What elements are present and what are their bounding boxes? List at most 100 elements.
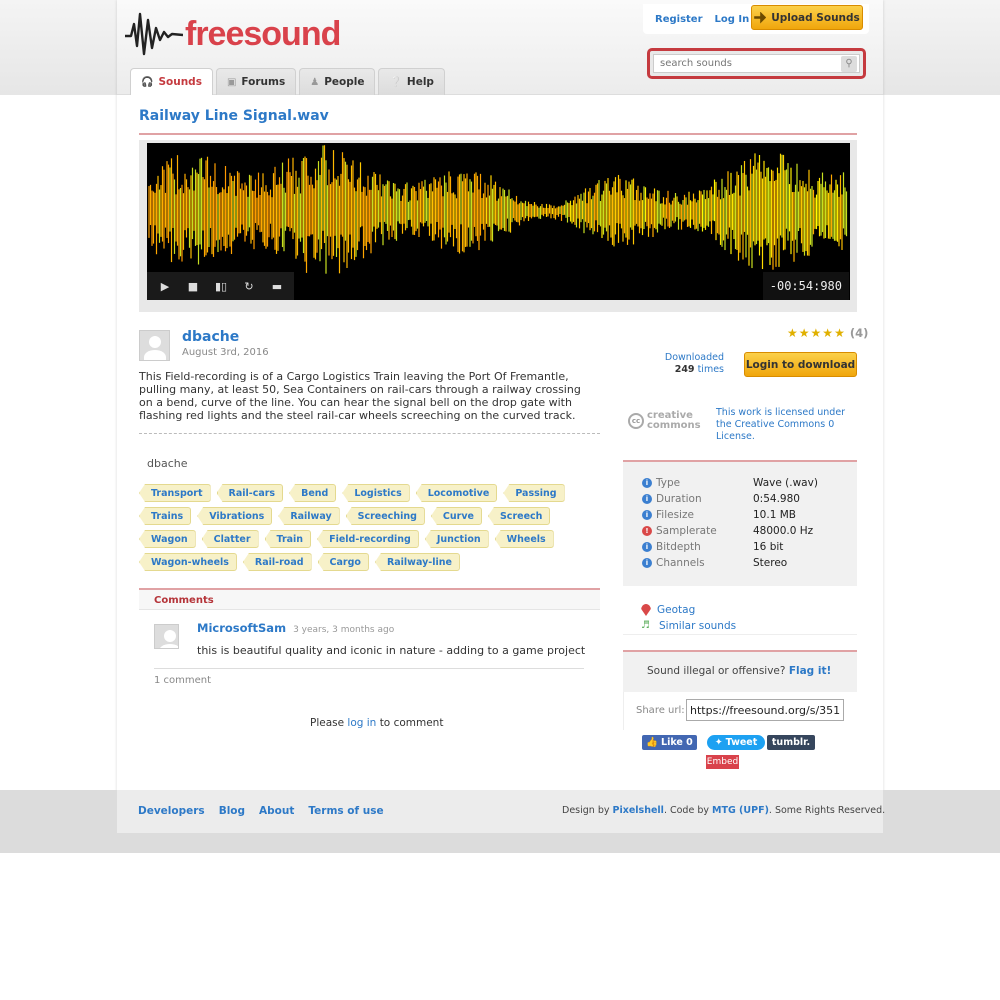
creative-commons-logo[interactable]: cc creative commons bbox=[628, 411, 701, 431]
downloaded-suffix: times bbox=[697, 364, 724, 375]
upload-sounds-label: Upload Sounds bbox=[771, 11, 860, 24]
rights-label: . Some Rights Reserved. bbox=[768, 805, 886, 816]
comment-author: MicrosoftSam 3 years, 3 months ago bbox=[197, 621, 394, 635]
author-avatar[interactable] bbox=[139, 330, 170, 361]
upload-date: August 3rd, 2016 bbox=[182, 347, 269, 358]
tag-item[interactable]: Train bbox=[264, 530, 312, 548]
tumblr-button[interactable]: tumblr. bbox=[767, 735, 815, 750]
info-icon[interactable]: i bbox=[642, 510, 652, 520]
tag-item[interactable]: Clatter bbox=[201, 530, 259, 548]
design-by-label: Design by bbox=[562, 805, 610, 816]
info-icon[interactable]: i bbox=[642, 478, 652, 488]
tag-item[interactable]: Screech bbox=[487, 507, 551, 525]
upload-sounds-button[interactable]: Upload Sounds bbox=[751, 5, 863, 30]
login-comment-link[interactable]: log in bbox=[347, 717, 376, 729]
rating: ★ ★ ★ ★ ★ (4) bbox=[787, 326, 868, 340]
tag-item[interactable]: Wheels bbox=[494, 530, 554, 548]
share-url-label: Share url: bbox=[636, 705, 685, 716]
sound-description: This Field-recording is of a Cargo Logis… bbox=[139, 370, 581, 422]
meta-value: Stereo bbox=[753, 557, 788, 569]
comment-author-link[interactable]: MicrosoftSam bbox=[197, 621, 286, 635]
meta-key: Filesize bbox=[656, 509, 694, 521]
stop-icon[interactable]: ■ bbox=[181, 274, 205, 298]
tag-item[interactable]: Rail-cars bbox=[216, 484, 284, 502]
tag-item[interactable]: Junction bbox=[424, 530, 489, 548]
meta-row-duration: i Duration 0:54.980 bbox=[642, 493, 800, 505]
logo-text: freesound bbox=[185, 14, 341, 53]
designer-link[interactable]: Pixelshell bbox=[613, 805, 664, 816]
sound-title[interactable]: Railway Line Signal.wav bbox=[139, 108, 329, 124]
footer-link-about[interactable]: About bbox=[259, 805, 294, 817]
time-remaining: -00:54:980 bbox=[762, 272, 849, 300]
star-icon[interactable]: ★ bbox=[787, 326, 798, 340]
tab-sounds[interactable]: 🎧 Sounds bbox=[130, 68, 213, 95]
loop-icon[interactable]: ↻ bbox=[237, 274, 261, 298]
search-input[interactable] bbox=[660, 58, 830, 69]
tag-item[interactable]: Transport bbox=[139, 484, 211, 502]
tag-item[interactable]: Cargo bbox=[317, 553, 369, 571]
tag-item[interactable]: Field-recording bbox=[317, 530, 419, 548]
similar-sounds-icon: ♬ bbox=[641, 620, 650, 631]
commenter-avatar[interactable] bbox=[154, 624, 179, 649]
tag-item[interactable]: Vibrations bbox=[197, 507, 273, 525]
meta-row-samplerate: ! Samplerate 48000.0 Hz bbox=[642, 525, 813, 537]
tab-forums[interactable]: ▣ Forums bbox=[215, 68, 297, 95]
license-text[interactable]: This work is licensed under the Creative… bbox=[716, 407, 846, 443]
ruler-icon[interactable]: ▬ bbox=[265, 274, 289, 298]
tag-item[interactable]: Railway-line bbox=[374, 553, 460, 571]
meta-key: Bitdepth bbox=[656, 541, 701, 553]
tweet-button[interactable]: ✦ Tweet bbox=[707, 735, 765, 750]
facebook-like-button[interactable]: 👍 Like 0 bbox=[642, 735, 697, 750]
login-link[interactable]: Log In bbox=[715, 14, 750, 25]
footer-link-blog[interactable]: Blog bbox=[219, 805, 245, 817]
info-icon[interactable]: i bbox=[642, 494, 652, 504]
tag-item[interactable]: Wagon bbox=[139, 530, 196, 548]
coder-link[interactable]: MTG (UPF) bbox=[712, 805, 769, 816]
player-controls: ▶ ■ ▮▯ ↻ ▬ bbox=[147, 272, 294, 300]
tag-item[interactable]: Passing bbox=[503, 484, 565, 502]
footer-link-developers[interactable]: Developers bbox=[138, 805, 205, 817]
geotag-link[interactable]: Geotag bbox=[641, 604, 695, 616]
embed-button[interactable]: Embed bbox=[706, 755, 739, 769]
warning-icon[interactable]: ! bbox=[642, 526, 652, 536]
share-url-field[interactable] bbox=[686, 699, 844, 721]
tag-item[interactable]: Locomotive bbox=[415, 484, 498, 502]
meta-row-channels: i Channels Stereo bbox=[642, 557, 787, 569]
footer-link-terms-of-use[interactable]: Terms of use bbox=[308, 805, 383, 817]
tag-item[interactable]: Curve bbox=[430, 507, 482, 525]
tag-item[interactable]: Trains bbox=[139, 507, 192, 525]
play-icon[interactable]: ▶ bbox=[153, 274, 177, 298]
meta-key: Duration bbox=[656, 493, 702, 505]
meta-row-bitdepth: i Bitdepth 16 bit bbox=[642, 541, 783, 553]
downloaded-label: Downloaded bbox=[664, 352, 724, 363]
meta-key: Samplerate bbox=[656, 525, 717, 537]
star-icon[interactable]: ★ bbox=[822, 326, 833, 340]
star-icon[interactable]: ★ bbox=[811, 326, 822, 340]
star-icon[interactable]: ★ bbox=[834, 326, 845, 340]
tag-item[interactable]: Bend bbox=[289, 484, 337, 502]
similar-sounds-link[interactable]: ♬ Similar sounds bbox=[641, 620, 736, 632]
rating-count: (4) bbox=[849, 326, 869, 340]
tag-item[interactable]: Railway bbox=[278, 507, 340, 525]
author-name[interactable]: dbache bbox=[182, 329, 239, 345]
search-icon[interactable]: ⚲ bbox=[841, 55, 857, 72]
tag-item[interactable]: Logistics bbox=[342, 484, 410, 502]
login-prefix: Please bbox=[310, 717, 345, 729]
login-to-download-button[interactable]: Login to download bbox=[744, 352, 857, 377]
description-divider bbox=[139, 433, 600, 434]
tag-item[interactable]: Rail-road bbox=[242, 553, 312, 571]
tab-forums-label: Forums bbox=[241, 76, 286, 88]
register-link[interactable]: Register bbox=[655, 14, 703, 25]
spectrogram-icon[interactable]: ▮▯ bbox=[209, 274, 233, 298]
info-icon[interactable]: i bbox=[642, 558, 652, 568]
tag-item[interactable]: Screeching bbox=[345, 507, 425, 525]
freesound-logo[interactable]: freesound bbox=[125, 8, 341, 60]
star-icon[interactable]: ★ bbox=[799, 326, 810, 340]
tab-help[interactable]: ❔ Help bbox=[378, 68, 445, 95]
info-icon[interactable]: i bbox=[642, 542, 652, 552]
tag-item[interactable]: Wagon-wheels bbox=[139, 553, 237, 571]
tab-people[interactable]: ♟ People bbox=[299, 68, 376, 95]
meta-row-filesize: i Filesize 10.1 MB bbox=[642, 509, 796, 521]
flag-it-link[interactable]: Flag it! bbox=[789, 665, 831, 677]
audio-player: ▶ ■ ▮▯ ↻ ▬ -00:54:980 bbox=[139, 140, 857, 312]
